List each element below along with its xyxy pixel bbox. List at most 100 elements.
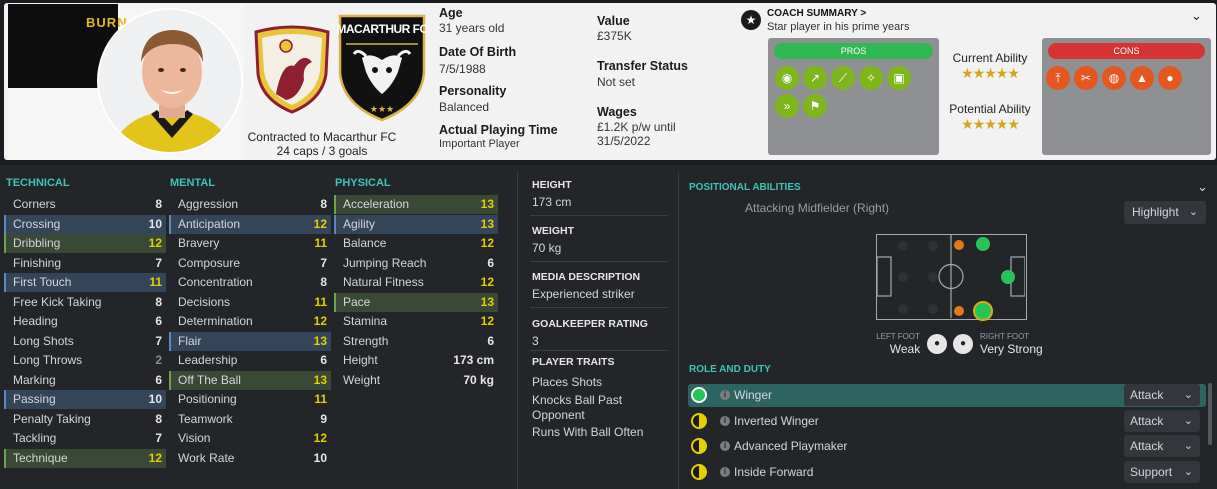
attribute-row[interactable]: Pace 13: [334, 292, 498, 312]
attribute-value: 12: [480, 275, 494, 289]
former-club-crest-icon[interactable]: [252, 22, 332, 117]
attribute-row[interactable]: Long Shots 7: [4, 332, 166, 351]
attribute-row[interactable]: Agility 13: [334, 214, 498, 234]
attribute-row[interactable]: Crossing 10: [4, 214, 166, 234]
role-row[interactable]: i Advanced Playmaker Attack ⌄: [688, 435, 1206, 458]
info-icon[interactable]: i: [720, 441, 730, 451]
attribute-name: Acceleration: [343, 197, 410, 211]
attribute-row[interactable]: Composure 7: [169, 254, 331, 273]
attribute-value: 7: [155, 333, 162, 348]
duty-select[interactable]: Attack ⌄: [1124, 435, 1200, 457]
info-icon[interactable]: i: [720, 466, 730, 477]
club-crest-icon[interactable]: ★★★ MACARTHUR FC: [336, 12, 428, 127]
attribute-row[interactable]: Tackling 7: [4, 429, 166, 448]
attribute-row[interactable]: Jumping Reach 6: [334, 254, 498, 273]
chevron-down-icon[interactable]: ⌄: [1197, 179, 1208, 195]
player-trait[interactable]: Runs With Ball Often: [532, 425, 643, 439]
attribute-name: Height: [343, 353, 378, 367]
attribute-row[interactable]: Free Kick Taking 8: [4, 293, 166, 312]
duty-select[interactable]: Attack ⌄: [1124, 384, 1200, 406]
wages-value: £1.2K p/w until: [597, 120, 676, 134]
attribute-row[interactable]: First Touch 11: [4, 273, 166, 293]
attribute-row[interactable]: Bravery 11: [169, 234, 331, 253]
star-icon: ★: [741, 10, 761, 30]
attribute-row[interactable]: Penalty Taking 8: [4, 410, 166, 429]
marking-icon[interactable]: ◍: [1102, 66, 1126, 90]
current-ability: Current Ability ★★★★★: [940, 51, 1040, 82]
attribute-row[interactable]: Natural Fitness 12: [334, 273, 498, 292]
player-portrait[interactable]: [97, 8, 243, 154]
pace-icon[interactable]: »: [775, 94, 799, 118]
goalkeeper-rating-value: 3: [532, 334, 539, 348]
player-trait[interactable]: Opponent: [532, 408, 585, 422]
attribute-name: Penalty Taking: [13, 411, 91, 426]
attribute-row[interactable]: Heading 6: [4, 312, 166, 331]
attribute-row[interactable]: Long Throws 2: [4, 351, 166, 370]
attribute-row[interactable]: Corners 8: [4, 195, 166, 214]
bravery-icon[interactable]: ▲: [1130, 66, 1154, 90]
attribute-row[interactable]: Height 173 cm: [334, 351, 498, 370]
player-trait[interactable]: Knocks Ball Past: [532, 393, 622, 407]
attribute-row[interactable]: Vision 12: [169, 429, 331, 448]
attribute-row[interactable]: Work Rate 10: [169, 449, 331, 468]
attribute-row[interactable]: Technique 12: [4, 448, 166, 468]
attribute-row[interactable]: Leadership 6: [169, 351, 331, 370]
duty-select[interactable]: Support ⌄: [1124, 460, 1200, 483]
player-trait[interactable]: Places Shots: [532, 375, 602, 389]
coach-summary-title[interactable]: COACH SUMMARY >: [767, 8, 866, 19]
flair-icon[interactable]: ✧: [859, 66, 883, 90]
attribute-name: Aggression: [178, 197, 239, 211]
attribute-name: Pace: [343, 294, 371, 309]
chevron-down-icon: ⌄: [1183, 440, 1193, 452]
attribute-row[interactable]: Stamina 12: [334, 312, 498, 331]
set-pieces-icon[interactable]: ▣: [887, 66, 911, 90]
view-select[interactable]: Highlight ⌄: [1124, 201, 1206, 224]
attribute-value: 12: [313, 314, 327, 328]
attribute-name: Determination: [178, 314, 253, 328]
jumping-icon[interactable]: ⤒: [1046, 66, 1070, 90]
attribute-row[interactable]: Balance 12: [334, 234, 498, 253]
left-boot-icon: ●: [927, 334, 947, 354]
tackling-icon[interactable]: ✂: [1074, 66, 1098, 90]
duty-select[interactable]: Attack ⌄: [1124, 409, 1200, 432]
attribute-row[interactable]: Off The Ball 13: [169, 370, 331, 390]
attribute-row[interactable]: Finishing 7: [4, 254, 166, 273]
attribute-row[interactable]: Anticipation 12: [169, 214, 331, 234]
attribute-row[interactable]: Teamwork 9: [169, 410, 331, 429]
attribute-row[interactable]: Passing 10: [4, 390, 166, 410]
position-dot-accomplished: [954, 306, 964, 316]
chevron-down-icon: ⌄: [1183, 389, 1193, 401]
scrollbar[interactable]: [1208, 383, 1212, 445]
height-value: 173 cm: [532, 195, 572, 209]
attribute-row[interactable]: Dribbling 12: [4, 234, 166, 254]
attribute-name: Teamwork: [178, 411, 233, 426]
heading-icon[interactable]: ◉: [775, 66, 799, 90]
attribute-row[interactable]: Concentration 8: [169, 273, 331, 292]
attribute-row[interactable]: Weight 70 kg: [334, 371, 498, 390]
role-rating-half-icon: [691, 463, 707, 480]
attribute-row[interactable]: Aggression 8: [169, 195, 331, 214]
attribute-row[interactable]: Acceleration 13: [334, 195, 498, 215]
crossing-icon[interactable]: ↗: [803, 66, 827, 90]
wages-block: Wages £1.2K p/w until 31/5/2022: [597, 105, 676, 148]
attribute-value: 10: [148, 392, 162, 406]
strength-icon[interactable]: ●: [1158, 66, 1182, 90]
chevron-down-icon: ⌄: [1188, 206, 1198, 218]
attribute-row[interactable]: Strength 6: [334, 332, 498, 351]
attribute-name: Crossing: [13, 216, 61, 231]
role-row[interactable]: i Inside Forward Support ⌄: [688, 460, 1206, 484]
attribute-row[interactable]: Marking 6: [4, 371, 166, 390]
attribute-row[interactable]: Flair 13: [169, 331, 331, 351]
info-icon[interactable]: i: [720, 390, 730, 400]
right-foot-label: RIGHT FOOT: [980, 332, 1030, 341]
chevron-down-icon[interactable]: ⌄: [1191, 8, 1202, 24]
corners-icon[interactable]: ⚑: [803, 94, 827, 118]
attribute-row[interactable]: Decisions 11: [169, 293, 331, 312]
role-row[interactable]: i Inverted Winger Attack ⌄: [688, 409, 1206, 433]
position-dot: [928, 241, 938, 251]
attribute-row[interactable]: Determination 12: [169, 312, 331, 331]
info-icon[interactable]: i: [720, 415, 730, 426]
role-row[interactable]: i Winger Attack ⌄: [688, 384, 1206, 407]
dribbling-icon[interactable]: ⟋: [831, 66, 855, 90]
attribute-row[interactable]: Positioning 11: [169, 390, 331, 409]
